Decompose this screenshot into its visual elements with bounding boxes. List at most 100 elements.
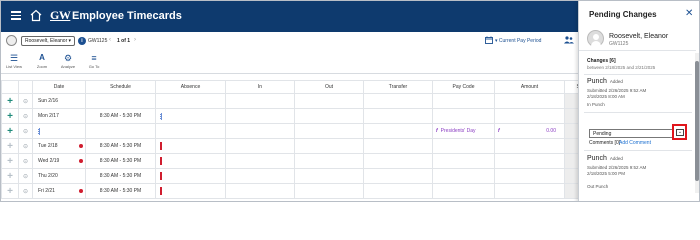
date-cell[interactable]: Thu 2/20 bbox=[32, 168, 86, 184]
close-icon[interactable]: ✕ bbox=[685, 8, 693, 19]
remove-row-icon[interactable]: ⊝ bbox=[18, 123, 33, 139]
add-comment-link[interactable]: Add Comment bbox=[619, 140, 651, 146]
app-logo[interactable]: GW bbox=[50, 8, 71, 23]
in-punch-cell[interactable] bbox=[225, 138, 295, 154]
add-row-icon[interactable]: + bbox=[1, 168, 19, 184]
date-cell[interactable] bbox=[32, 123, 86, 139]
go-to-button[interactable]: ≡ Go To bbox=[83, 52, 105, 69]
amount-cell[interactable] bbox=[494, 168, 565, 184]
add-row-icon[interactable]: + bbox=[1, 153, 19, 169]
column-header-amount[interactable]: Amount bbox=[494, 80, 565, 94]
in-punch-cell[interactable] bbox=[225, 108, 295, 124]
out-punch-cell[interactable] bbox=[294, 153, 364, 169]
amount-cell[interactable] bbox=[494, 93, 565, 109]
schedule-cell[interactable]: 8:30 AM - 5:30 PM bbox=[85, 153, 156, 169]
pay-code-cell[interactable] bbox=[432, 183, 495, 199]
column-header-pay-code[interactable]: Pay Code bbox=[432, 80, 495, 94]
remove-row-icon[interactable]: ⊝ bbox=[18, 168, 33, 184]
list-view-button[interactable]: ☰ List View bbox=[3, 52, 25, 69]
column-header-out[interactable]: Out bbox=[294, 80, 364, 94]
pay-code-cell[interactable] bbox=[432, 138, 495, 154]
scroll-thumb[interactable] bbox=[695, 61, 699, 181]
add-row-icon[interactable]: + bbox=[1, 93, 19, 109]
schedule-cell[interactable]: 8:30 AM - 5:30 PM bbox=[85, 138, 156, 154]
remove-row-icon[interactable]: ⊝ bbox=[18, 138, 33, 154]
amount-cell[interactable] bbox=[494, 138, 565, 154]
date-cell[interactable]: Mon 2/17 bbox=[32, 108, 86, 124]
hamburger-menu-icon[interactable] bbox=[11, 11, 21, 20]
pay-period-select[interactable]: ▾ Current Pay Period bbox=[495, 38, 541, 44]
out-punch-cell[interactable] bbox=[294, 183, 364, 199]
schedule-cell[interactable] bbox=[85, 123, 156, 139]
status-dropdown-button[interactable]: ⌄ bbox=[672, 124, 687, 140]
column-header-schedule[interactable]: Schedule bbox=[85, 80, 156, 94]
status-select[interactable]: Pending bbox=[589, 129, 681, 138]
zoom-button[interactable]: A Zoom bbox=[31, 52, 53, 69]
in-punch-cell[interactable] bbox=[225, 93, 295, 109]
amount-cell[interactable]: f 0.00 bbox=[494, 123, 565, 139]
column-header-transfer[interactable]: Transfer bbox=[363, 80, 433, 94]
transfer-cell[interactable] bbox=[363, 183, 433, 199]
people-icon[interactable] bbox=[564, 36, 574, 46]
absence-cell[interactable] bbox=[155, 138, 226, 154]
transfer-cell[interactable] bbox=[363, 168, 433, 184]
schedule-cell[interactable]: 8:30 AM - 5:30 PM bbox=[85, 168, 156, 184]
go-to-icon: ≡ bbox=[91, 53, 97, 63]
add-row-icon[interactable]: + bbox=[1, 108, 19, 124]
add-row-icon[interactable]: + bbox=[1, 138, 19, 154]
transfer-cell[interactable] bbox=[363, 123, 433, 139]
schedule-cell[interactable]: 8:30 AM - 5:30 PM bbox=[85, 108, 156, 124]
absence-cell[interactable] bbox=[155, 123, 226, 139]
absence-cell[interactable] bbox=[155, 108, 226, 124]
transfer-cell[interactable] bbox=[363, 93, 433, 109]
absence-cell[interactable] bbox=[155, 153, 226, 169]
schedule-cell[interactable] bbox=[85, 93, 156, 109]
absence-cell[interactable] bbox=[155, 93, 226, 109]
out-punch-cell[interactable] bbox=[294, 93, 364, 109]
amount-cell[interactable] bbox=[494, 183, 565, 199]
column-header-absence[interactable]: Absence bbox=[155, 80, 226, 94]
panel-scrollbar[interactable] bbox=[695, 53, 699, 193]
column-header-date[interactable]: Date bbox=[32, 80, 86, 94]
in-punch-cell[interactable] bbox=[225, 123, 295, 139]
add-row-icon[interactable]: + bbox=[1, 123, 19, 139]
in-punch-cell[interactable] bbox=[225, 168, 295, 184]
out-punch-cell[interactable] bbox=[294, 168, 364, 184]
in-punch-cell[interactable] bbox=[225, 183, 295, 199]
changes-count: Changes [6] bbox=[587, 58, 616, 64]
previous-icon[interactable]: ‹ bbox=[109, 37, 111, 43]
remove-row-icon[interactable]: ⊝ bbox=[18, 108, 33, 124]
pay-code-cell[interactable] bbox=[432, 93, 495, 109]
out-punch-cell[interactable] bbox=[294, 138, 364, 154]
column-header-in[interactable]: In bbox=[225, 80, 295, 94]
pay-code-cell[interactable] bbox=[432, 168, 495, 184]
date-cell[interactable]: Sun 2/16 bbox=[32, 93, 86, 109]
remove-row-icon[interactable]: ⊝ bbox=[18, 183, 33, 199]
remove-row-icon[interactable]: ⊝ bbox=[18, 93, 33, 109]
home-icon[interactable] bbox=[30, 9, 42, 22]
pay-code-cell[interactable] bbox=[432, 153, 495, 169]
date-cell[interactable]: Tue 2/18 bbox=[32, 138, 86, 154]
next-icon[interactable]: › bbox=[134, 37, 136, 43]
calendar-icon[interactable] bbox=[485, 36, 493, 46]
in-punch-cell[interactable] bbox=[225, 153, 295, 169]
pay-code-cell[interactable]: f Presidents' Day bbox=[432, 123, 495, 139]
pay-code-cell[interactable] bbox=[432, 108, 495, 124]
absence-cell[interactable] bbox=[155, 183, 226, 199]
schedule-cell[interactable]: 8:30 AM - 5:30 PM bbox=[85, 183, 156, 199]
date-cell[interactable]: Wed 2/19 bbox=[32, 153, 86, 169]
amount-cell[interactable] bbox=[494, 153, 565, 169]
transfer-cell[interactable] bbox=[363, 108, 433, 124]
transfer-cell[interactable] bbox=[363, 153, 433, 169]
transfer-cell[interactable] bbox=[363, 138, 433, 154]
remove-row-icon[interactable]: ⊝ bbox=[18, 153, 33, 169]
employee-select[interactable]: Roosevelt, Eleanor ▾ bbox=[21, 36, 75, 46]
out-punch-cell[interactable] bbox=[294, 123, 364, 139]
date-cell[interactable]: Fri 2/21 bbox=[32, 183, 86, 199]
add-row-icon[interactable]: + bbox=[1, 183, 19, 199]
absence-cell[interactable] bbox=[155, 168, 226, 184]
analyze-button[interactable]: ⚙ Analyze bbox=[57, 52, 79, 69]
amount-cell[interactable] bbox=[494, 108, 565, 124]
info-icon[interactable]: i bbox=[78, 37, 86, 45]
out-punch-cell[interactable] bbox=[294, 108, 364, 124]
